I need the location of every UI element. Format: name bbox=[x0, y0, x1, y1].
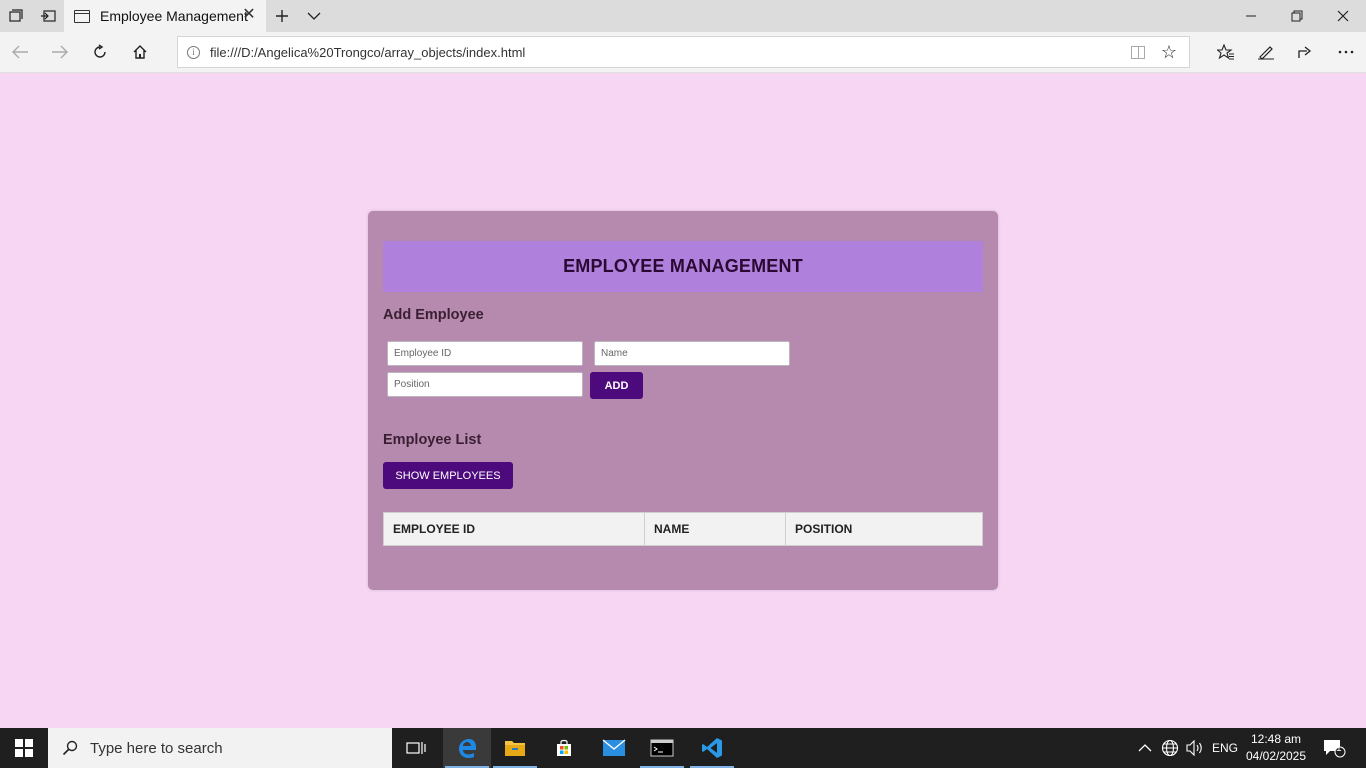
system-clock[interactable]: 12:48 am 04/02/2025 bbox=[1242, 731, 1310, 765]
tab-title: Employee Management bbox=[100, 8, 248, 24]
tab-employee-management[interactable]: Employee Management ✕ bbox=[64, 0, 266, 32]
favorite-star-icon[interactable]: ☆ bbox=[1161, 42, 1177, 62]
set-tabs-aside-icon[interactable] bbox=[32, 0, 64, 32]
show-employees-button[interactable]: SHOW EMPLOYEES bbox=[383, 462, 513, 489]
column-header-name: NAME bbox=[644, 512, 786, 546]
edge-browser-icon[interactable] bbox=[443, 728, 491, 768]
page-header: EMPLOYEE MANAGEMENT bbox=[383, 241, 983, 292]
command-prompt-icon[interactable] bbox=[638, 728, 686, 768]
browser-toolbar: i file:///D:/Angelica%20Trongco/array_ob… bbox=[0, 32, 1366, 73]
input-language[interactable]: ENG bbox=[1212, 728, 1238, 768]
browser-tab-strip: Employee Management ✕ bbox=[0, 0, 1366, 32]
share-icon[interactable] bbox=[1286, 32, 1326, 72]
clock-date: 04/02/2025 bbox=[1245, 749, 1307, 763]
mail-icon[interactable] bbox=[590, 728, 638, 768]
more-menu-icon[interactable] bbox=[1326, 32, 1366, 72]
clock-time: 12:48 am bbox=[1250, 732, 1302, 746]
search-placeholder: Type here to search bbox=[90, 739, 223, 757]
home-icon[interactable] bbox=[120, 32, 160, 72]
favorites-icon[interactable] bbox=[1206, 32, 1246, 72]
back-arrow-icon[interactable] bbox=[0, 32, 40, 72]
tab-preview-chevron-icon[interactable] bbox=[298, 0, 330, 32]
position-input[interactable] bbox=[387, 372, 583, 397]
volume-icon[interactable] bbox=[1186, 728, 1204, 768]
url-text: file:///D:/Angelica%20Trongco/array_obje… bbox=[210, 44, 526, 60]
employee-list-heading: Employee List bbox=[383, 432, 482, 448]
microsoft-store-icon[interactable] bbox=[540, 728, 588, 768]
employee-card: EMPLOYEE MANAGEMENT Add Employee ADD Emp… bbox=[368, 211, 998, 590]
task-view-icon[interactable] bbox=[392, 728, 440, 768]
info-icon[interactable]: i bbox=[187, 45, 200, 59]
employee-table: EMPLOYEE ID NAME POSITION bbox=[383, 512, 983, 546]
forward-arrow-icon[interactable] bbox=[40, 32, 80, 72]
minimize-icon[interactable] bbox=[1228, 0, 1274, 32]
refresh-icon[interactable] bbox=[80, 32, 120, 72]
column-header-position: POSITION bbox=[785, 512, 983, 546]
taskbar-search-box[interactable]: Type here to search bbox=[48, 728, 392, 768]
file-explorer-icon[interactable] bbox=[491, 728, 539, 768]
name-input[interactable] bbox=[594, 341, 790, 366]
action-center-icon[interactable]: 1 bbox=[1322, 728, 1346, 768]
column-header-employee-id: EMPLOYEE ID bbox=[383, 512, 645, 546]
web-note-pen-icon[interactable] bbox=[1246, 32, 1286, 72]
employee-id-input[interactable] bbox=[387, 341, 583, 366]
windows-start-icon[interactable] bbox=[0, 728, 48, 768]
tab-actions-icon[interactable] bbox=[0, 0, 32, 32]
page-title: EMPLOYEE MANAGEMENT bbox=[563, 256, 803, 276]
add-button[interactable]: ADD bbox=[590, 372, 643, 399]
close-window-icon[interactable] bbox=[1320, 0, 1366, 32]
restore-icon[interactable] bbox=[1274, 0, 1320, 32]
vscode-icon[interactable] bbox=[688, 728, 736, 768]
close-tab-icon[interactable]: ✕ bbox=[242, 7, 256, 23]
table-header-row: EMPLOYEE ID NAME POSITION bbox=[383, 512, 983, 546]
add-employee-heading: Add Employee bbox=[383, 307, 484, 323]
reading-view-icon[interactable] bbox=[1131, 46, 1145, 59]
search-icon bbox=[62, 740, 78, 756]
notification-count: 1 bbox=[1336, 743, 1342, 754]
new-tab-icon[interactable] bbox=[266, 0, 298, 32]
show-hidden-icons-chevron-icon[interactable] bbox=[1138, 728, 1152, 768]
page-icon bbox=[74, 9, 90, 23]
address-bar[interactable]: i file:///D:/Angelica%20Trongco/array_ob… bbox=[177, 36, 1190, 68]
network-globe-icon[interactable] bbox=[1161, 728, 1179, 768]
taskbar: Type here to search ENG 12:48 am 04/02/2… bbox=[0, 728, 1366, 768]
